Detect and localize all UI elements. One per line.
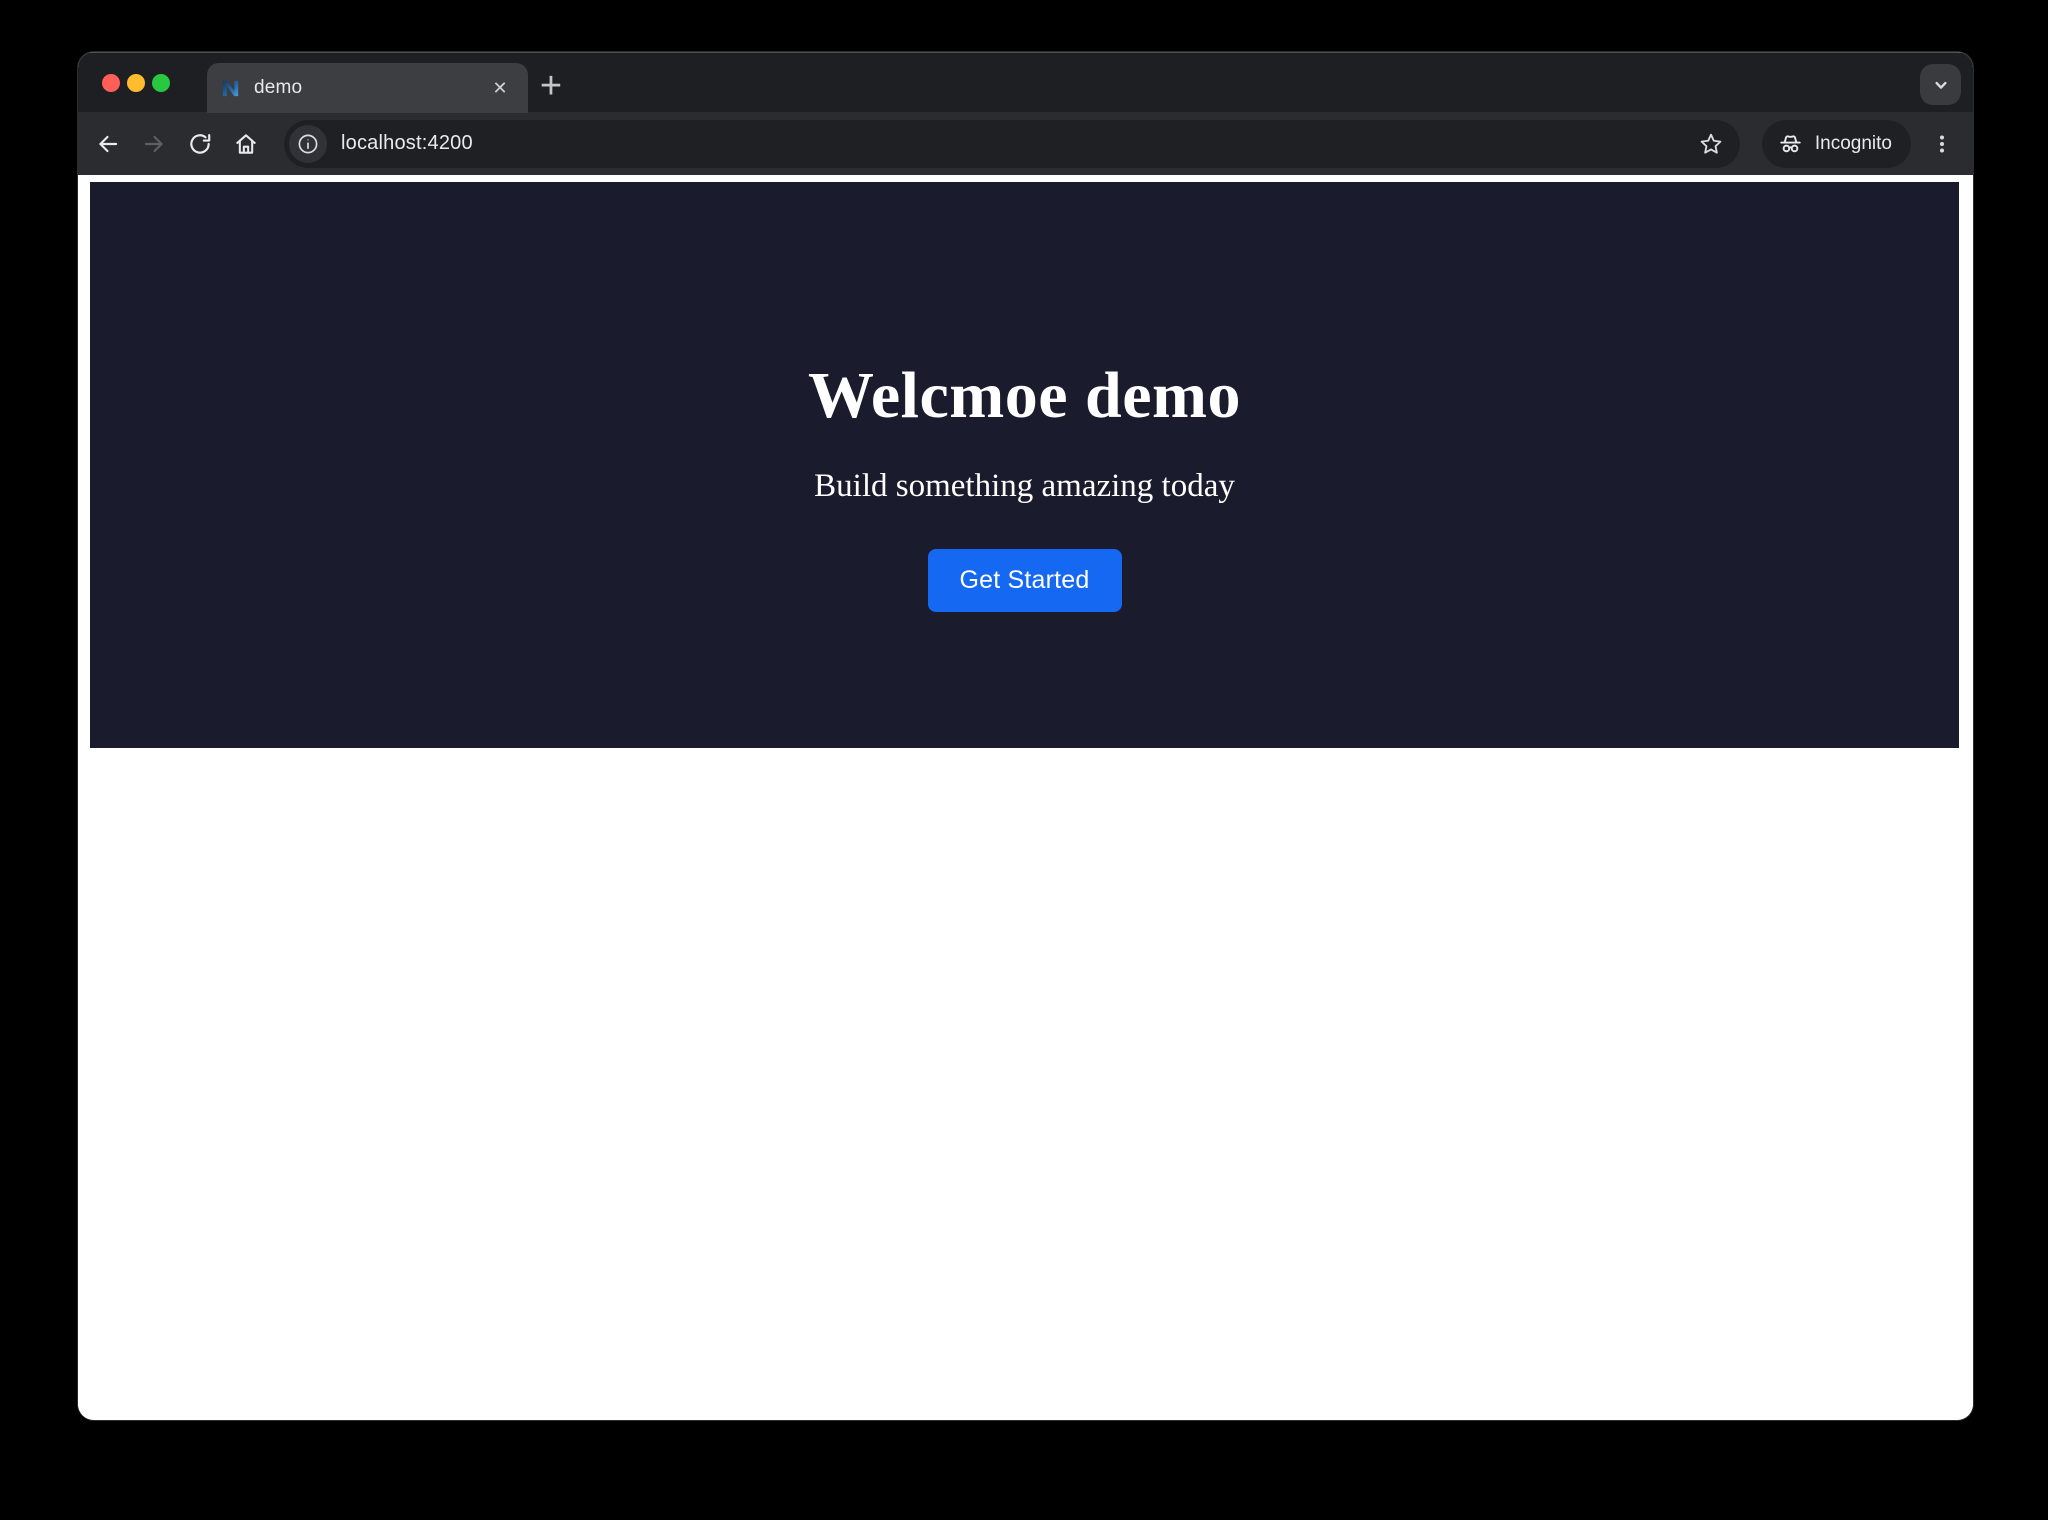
page-content: Welcmoe demo Build something amazing tod… (78, 175, 1973, 1420)
reload-button[interactable] (178, 122, 222, 166)
incognito-icon (1777, 130, 1804, 157)
forward-button[interactable] (132, 122, 176, 166)
address-bar[interactable]: localhost:4200 (284, 120, 1740, 168)
url-text[interactable]: localhost:4200 (341, 132, 1694, 155)
arrow-right-icon (141, 131, 167, 157)
browser-toolbar: localhost:4200 Incognito (78, 112, 1973, 175)
bookmark-star-button[interactable] (1694, 127, 1728, 161)
home-button[interactable] (224, 122, 268, 166)
new-tab-button[interactable]: + (530, 65, 572, 107)
back-button[interactable] (86, 122, 130, 166)
reload-icon (187, 131, 213, 157)
tab-search-button[interactable] (1920, 64, 1961, 105)
titlebar: demo ✕ + (78, 52, 1973, 112)
traffic-lights (102, 53, 170, 113)
incognito-badge: Incognito (1762, 120, 1911, 168)
browser-menu-button[interactable] (1927, 122, 1957, 166)
home-icon (233, 131, 259, 157)
tab-title: demo (254, 77, 474, 99)
site-favicon-icon (219, 77, 242, 100)
browser-window: demo ✕ + (78, 52, 1973, 1420)
browser-tab-demo[interactable]: demo ✕ (207, 63, 528, 113)
minimize-window-button[interactable] (127, 74, 145, 92)
close-window-button[interactable] (102, 74, 120, 92)
hero-section: Welcmoe demo Build something amazing tod… (90, 182, 1959, 748)
hero-title: Welcmoe demo (808, 358, 1241, 434)
incognito-label: Incognito (1815, 133, 1892, 155)
close-icon[interactable]: ✕ (486, 74, 514, 102)
info-icon (296, 132, 320, 156)
kebab-menu-icon (1930, 132, 1954, 156)
hero-subtitle: Build something amazing today (814, 468, 1235, 505)
screen-background: demo ✕ + (0, 0, 2048, 1520)
star-icon (1698, 131, 1724, 157)
get-started-button[interactable]: Get Started (928, 549, 1122, 612)
zoom-window-button[interactable] (152, 74, 170, 92)
arrow-left-icon (95, 131, 121, 157)
site-info-button[interactable] (289, 125, 327, 163)
chevron-down-icon (1928, 72, 1954, 98)
